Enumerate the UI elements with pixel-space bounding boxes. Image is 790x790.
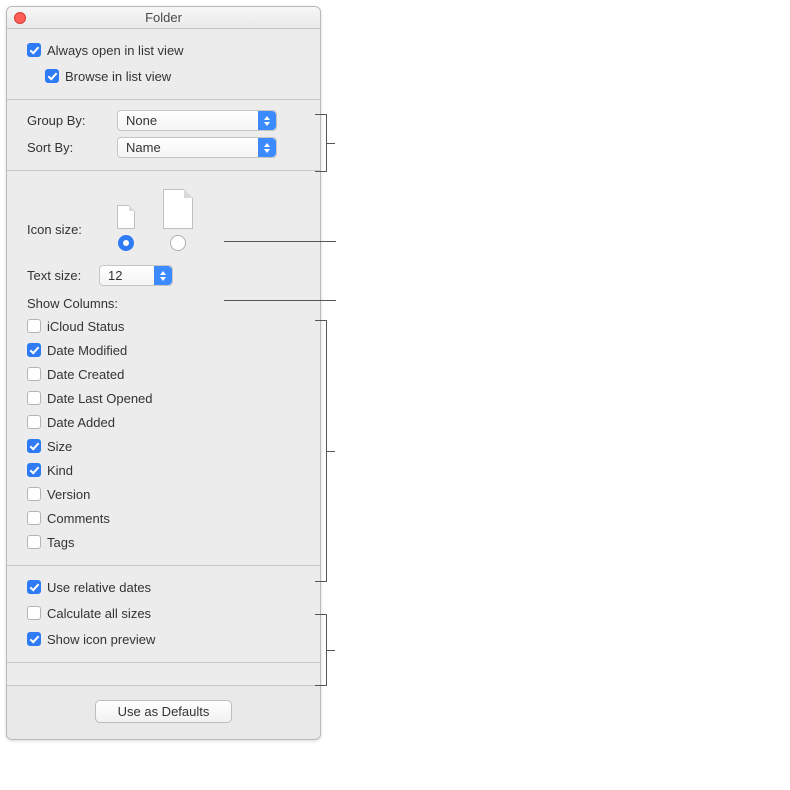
label-browse-list-view: Browse in list view xyxy=(65,69,171,84)
updown-icon xyxy=(258,111,276,130)
updown-icon xyxy=(154,266,172,285)
label-show-icon-preview: Show icon preview xyxy=(47,632,155,647)
label-column: Tags xyxy=(47,535,74,550)
titlebar: Folder xyxy=(7,7,320,29)
document-icon xyxy=(117,205,135,229)
label-column: Date Last Opened xyxy=(47,391,153,406)
section-group-sort: Group By: None Sort By: Name xyxy=(7,100,320,171)
checkbox-column-date-last-opened[interactable] xyxy=(27,391,41,405)
label-column: Comments xyxy=(47,511,110,526)
checkbox-column-kind[interactable] xyxy=(27,463,41,477)
label-column: Date Created xyxy=(47,367,124,382)
label-sort-by: Sort By: xyxy=(27,140,117,155)
label-column: Version xyxy=(47,487,90,502)
popup-group-by[interactable]: None xyxy=(117,110,277,131)
heading-show-columns: Show Columns: xyxy=(27,296,306,311)
label-text-size: Text size: xyxy=(27,268,99,283)
callout-line xyxy=(327,143,335,144)
column-option-row: Date Last Opened xyxy=(27,387,306,409)
use-as-defaults-button[interactable]: Use as Defaults xyxy=(95,700,233,723)
section-icon-text-columns: Icon size: Text size: 12 Show Columns: i… xyxy=(7,171,320,566)
radio-icon-size-small[interactable] xyxy=(118,235,134,251)
label-column: Date Added xyxy=(47,415,115,430)
close-icon[interactable] xyxy=(14,12,26,24)
column-option-row: Comments xyxy=(27,507,306,529)
use-as-defaults-label: Use as Defaults xyxy=(118,704,210,719)
column-option-row: Date Added xyxy=(27,411,306,433)
column-option-row: Size xyxy=(27,435,306,457)
popup-text-size[interactable]: 12 xyxy=(99,265,173,286)
popup-sort-by-value: Name xyxy=(126,140,161,155)
checkbox-column-size[interactable] xyxy=(27,439,41,453)
checkbox-column-version[interactable] xyxy=(27,487,41,501)
label-calculate-all-sizes: Calculate all sizes xyxy=(47,606,151,621)
document-icon xyxy=(163,189,193,229)
column-option-row: Tags xyxy=(27,531,306,553)
callout-line xyxy=(327,650,335,651)
radio-icon-size-large[interactable] xyxy=(170,235,186,251)
label-always-open-list-view: Always open in list view xyxy=(47,43,184,58)
window-title: Folder xyxy=(145,10,182,25)
popup-text-size-value: 12 xyxy=(108,268,122,283)
callout-line xyxy=(224,300,336,301)
label-column: Date Modified xyxy=(47,343,127,358)
checkbox-column-date-added[interactable] xyxy=(27,415,41,429)
label-icon-size: Icon size: xyxy=(27,222,117,251)
column-option-row: Date Created xyxy=(27,363,306,385)
checkbox-column-comments[interactable] xyxy=(27,511,41,525)
column-option-row: iCloud Status xyxy=(27,315,306,337)
checkbox-column-date-modified[interactable] xyxy=(27,343,41,357)
label-column: iCloud Status xyxy=(47,319,124,334)
checkbox-column-icloud-status[interactable] xyxy=(27,319,41,333)
checkbox-column-date-created[interactable] xyxy=(27,367,41,381)
callout-line xyxy=(327,451,335,452)
popup-sort-by[interactable]: Name xyxy=(117,137,277,158)
checkbox-browse-list-view[interactable] xyxy=(45,69,59,83)
label-use-relative-dates: Use relative dates xyxy=(47,580,151,595)
checkbox-show-icon-preview[interactable] xyxy=(27,632,41,646)
checkbox-use-relative-dates[interactable] xyxy=(27,580,41,594)
checkbox-always-open-list-view[interactable] xyxy=(27,43,41,57)
footer: Use as Defaults xyxy=(7,685,320,739)
column-option-row: Date Modified xyxy=(27,339,306,361)
label-column: Kind xyxy=(47,463,73,478)
popup-group-by-value: None xyxy=(126,113,157,128)
updown-icon xyxy=(258,138,276,157)
column-option-row: Kind xyxy=(27,459,306,481)
label-group-by: Group By: xyxy=(27,113,117,128)
section-view-mode: Always open in list view Browse in list … xyxy=(7,29,320,100)
view-options-panel: Folder Always open in list view Browse i… xyxy=(6,6,321,740)
checkbox-column-tags[interactable] xyxy=(27,535,41,549)
label-column: Size xyxy=(47,439,72,454)
callout-line xyxy=(224,241,336,242)
column-option-row: Version xyxy=(27,483,306,505)
show-columns-list: iCloud Status Date Modified Date Created Da… xyxy=(27,315,306,553)
checkbox-calculate-all-sizes[interactable] xyxy=(27,606,41,620)
section-bottom-options: Use relative dates Calculate all sizes S… xyxy=(7,566,320,663)
